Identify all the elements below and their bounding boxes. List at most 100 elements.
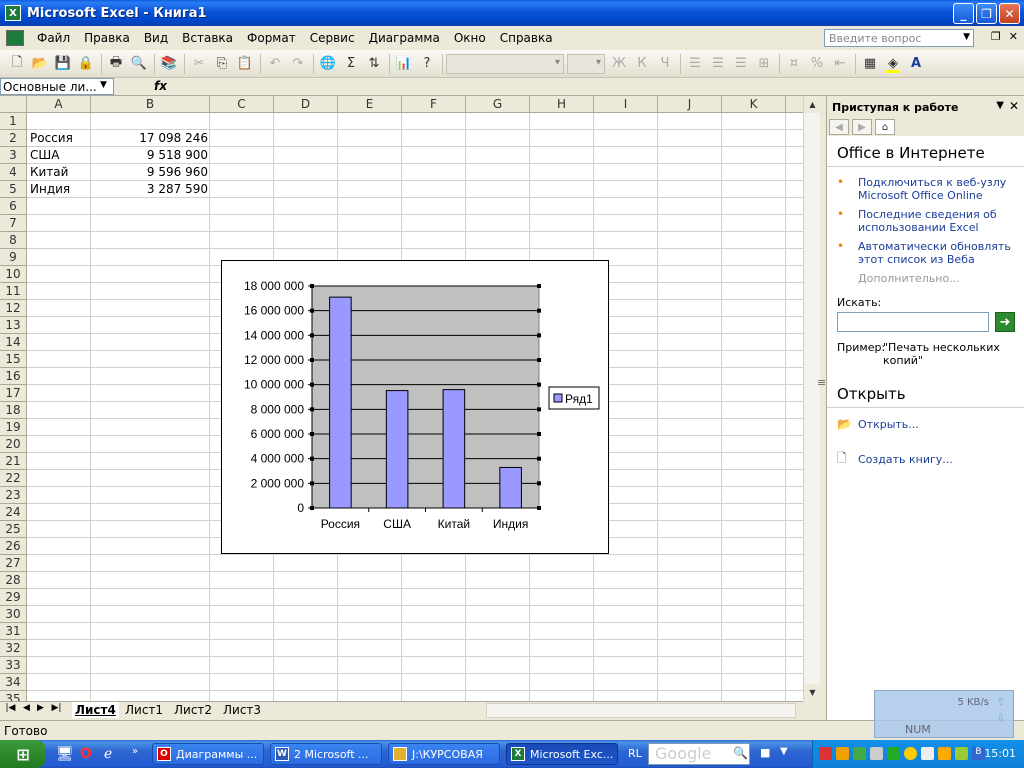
- cell-b3[interactable]: 9 518 900: [92, 147, 210, 164]
- chevron-down-icon[interactable]: ▼: [780, 746, 788, 757]
- column-header-f[interactable]: F: [402, 96, 466, 113]
- redo-icon[interactable]: ↷: [287, 53, 309, 75]
- row-header[interactable]: 9: [0, 249, 27, 266]
- row-header[interactable]: 23: [0, 487, 27, 504]
- cell-b2[interactable]: 17 098 246: [92, 130, 210, 147]
- font-name-select[interactable]: [446, 53, 564, 74]
- permission-icon[interactable]: 🔒: [75, 53, 97, 75]
- row-header[interactable]: 29: [0, 589, 27, 606]
- column-header-k[interactable]: K: [722, 96, 786, 113]
- sort-icon[interactable]: ⇅: [363, 53, 385, 75]
- bluetooth-icon[interactable]: [904, 747, 917, 760]
- chart-wizard-icon[interactable]: 📊: [393, 53, 415, 75]
- last-sheet-icon[interactable]: ▶|: [50, 703, 63, 713]
- vk-icon[interactable]: B: [972, 747, 985, 760]
- paste-icon[interactable]: 📋: [234, 53, 256, 75]
- row-header[interactable]: 5: [0, 181, 27, 198]
- row-header[interactable]: 35: [0, 691, 27, 701]
- row-header[interactable]: 20: [0, 436, 27, 453]
- row-header[interactable]: 18: [0, 402, 27, 419]
- row-header[interactable]: 28: [0, 572, 27, 589]
- column-header-h[interactable]: H: [530, 96, 594, 113]
- row-header[interactable]: 7: [0, 215, 27, 232]
- new-icon[interactable]: 🗋: [6, 53, 28, 75]
- doc-restore-icon[interactable]: ❐: [991, 30, 1001, 43]
- workbook-icon[interactable]: [6, 30, 24, 46]
- antivirus-icon[interactable]: [819, 747, 832, 760]
- tab-list4[interactable]: Лист4: [72, 702, 119, 718]
- column-header-b[interactable]: B: [91, 96, 210, 113]
- menu-edit[interactable]: Правка: [77, 28, 137, 48]
- column-header-i[interactable]: I: [594, 96, 658, 113]
- network-icon[interactable]: [836, 747, 849, 760]
- row-header[interactable]: 27: [0, 555, 27, 572]
- messenger-icon[interactable]: [853, 747, 866, 760]
- underline-button[interactable]: Ч: [654, 53, 676, 75]
- task-word[interactable]: W2 Microsoft ...: [270, 743, 382, 765]
- pane-resize-handle[interactable]: ≡: [817, 376, 826, 389]
- menu-file[interactable]: Файл: [30, 28, 77, 48]
- column-header-a[interactable]: A: [27, 96, 91, 113]
- vertical-scrollbar[interactable]: ▲ ▼: [803, 96, 821, 701]
- forward-icon[interactable]: ▶: [852, 119, 872, 135]
- link-office-online[interactable]: • Подключиться к веб-узлу Microsoft Offic…: [827, 173, 1024, 205]
- research-icon[interactable]: 📚: [158, 53, 180, 75]
- menu-view[interactable]: Вид: [137, 28, 175, 48]
- autosum-icon[interactable]: Σ: [340, 53, 362, 75]
- print-preview-icon[interactable]: 🔍: [128, 53, 150, 75]
- chevron-right-icon[interactable]: »: [132, 746, 138, 757]
- connection-icon[interactable]: [921, 747, 934, 760]
- battery-icon[interactable]: [955, 747, 968, 760]
- align-right-icon[interactable]: ☰: [730, 53, 752, 75]
- cell-b5[interactable]: 3 287 590: [92, 181, 210, 198]
- update-icon[interactable]: [887, 747, 900, 760]
- hyperlink-icon[interactable]: 🌐: [317, 53, 339, 75]
- tab-list1[interactable]: Лист1: [122, 702, 166, 718]
- column-header-e[interactable]: E: [338, 96, 402, 113]
- row-header[interactable]: 19: [0, 419, 27, 436]
- task-folder[interactable]: J:\КУРСОВАЯ: [388, 743, 500, 765]
- search-input[interactable]: [837, 312, 989, 332]
- row-header[interactable]: 2: [0, 130, 27, 147]
- borders-icon[interactable]: ▦: [859, 53, 881, 75]
- row-header[interactable]: 14: [0, 334, 27, 351]
- row-header[interactable]: 33: [0, 657, 27, 674]
- cell-b4[interactable]: 9 596 960: [92, 164, 210, 181]
- link-latest-news[interactable]: • Последние сведения об использовании Exc…: [827, 205, 1024, 237]
- row-header[interactable]: 30: [0, 606, 27, 623]
- menu-help[interactable]: Справка: [493, 28, 560, 48]
- currency-icon[interactable]: ¤: [783, 53, 805, 75]
- menu-insert[interactable]: Вставка: [175, 28, 240, 48]
- row-header[interactable]: 24: [0, 504, 27, 521]
- task-excel[interactable]: X Microsoft Exc...: [506, 743, 618, 765]
- align-left-icon[interactable]: ☰: [684, 53, 706, 75]
- row-header[interactable]: 3: [0, 147, 27, 164]
- merge-center-icon[interactable]: ⊞: [753, 53, 775, 75]
- save-icon[interactable]: 💾: [52, 53, 74, 75]
- font-size-select[interactable]: [567, 53, 605, 74]
- row-header[interactable]: 1: [0, 113, 27, 130]
- embedded-chart[interactable]: 0 2 000 000 4 000 000 6 000 000 8 000 000 10 …: [221, 260, 609, 554]
- horizontal-scrollbar[interactable]: [486, 703, 796, 718]
- show-desktop-icon[interactable]: 🖥: [56, 746, 74, 762]
- cut-icon[interactable]: ✂: [188, 53, 210, 75]
- cell-a3[interactable]: США: [28, 147, 90, 164]
- prev-sheet-icon[interactable]: ◀: [20, 703, 33, 713]
- menu-format[interactable]: Формат: [240, 28, 303, 48]
- row-header[interactable]: 10: [0, 266, 27, 283]
- open-link[interactable]: 📂 Открыть...: [827, 414, 1024, 434]
- scroll-up-icon[interactable]: ▲: [804, 96, 821, 113]
- font-color-icon[interactable]: A: [905, 53, 927, 75]
- select-all-corner[interactable]: [0, 96, 27, 113]
- scroll-down-icon[interactable]: ▼: [804, 684, 821, 701]
- insert-function-button[interactable]: fx: [154, 79, 167, 93]
- create-workbook-link[interactable]: 🗋 Создать книгу...: [827, 446, 1024, 473]
- italic-button[interactable]: К: [631, 53, 653, 75]
- back-icon[interactable]: ◀: [829, 119, 849, 135]
- row-header[interactable]: 32: [0, 640, 27, 657]
- link-auto-update[interactable]: • Автоматически обновлять этот список из …: [827, 237, 1024, 269]
- tab-list2[interactable]: Лист2: [171, 702, 215, 718]
- row-header[interactable]: 17: [0, 385, 27, 402]
- row-header[interactable]: 6: [0, 198, 27, 215]
- language-indicator[interactable]: RL: [628, 747, 642, 760]
